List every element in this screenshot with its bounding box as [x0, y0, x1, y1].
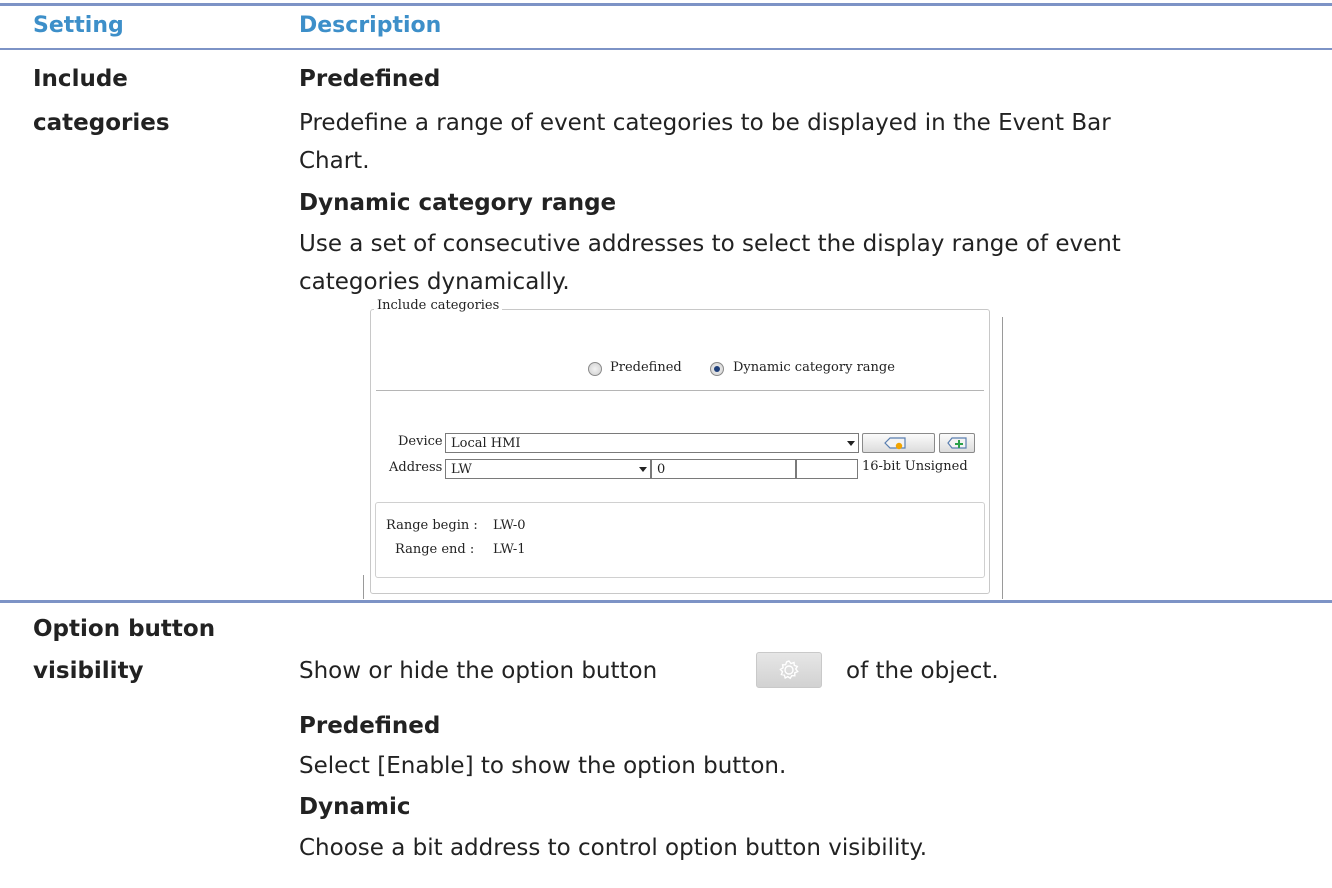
- dynamic-category-range-radio-label: Dynamic category range: [733, 360, 895, 375]
- predefined-heading: Predefined: [299, 66, 441, 92]
- tag-icon: [884, 437, 906, 450]
- address-tag-button[interactable]: [862, 433, 935, 453]
- column-header-description: Description: [299, 13, 442, 38]
- description-text: Use a set of consecutive addresses to se…: [299, 231, 1121, 257]
- range-end-value: LW-1: [493, 542, 526, 557]
- dynamic-category-range-radio[interactable]: [710, 362, 724, 376]
- row-separator-rule: [0, 600, 1332, 603]
- predefined-heading: Predefined: [299, 713, 441, 739]
- description-text: of the object.: [846, 658, 999, 684]
- description-text: Select [Enable] to show the option butto…: [299, 753, 787, 779]
- setting-name-line-1: Include: [33, 66, 128, 92]
- device-select-value: Local HMI: [451, 436, 521, 451]
- range-info-box: [375, 502, 985, 578]
- option-button-image: [756, 652, 822, 688]
- gear-icon: [779, 660, 799, 680]
- column-header-setting: Setting: [33, 13, 124, 38]
- address-type-value: LW: [451, 462, 472, 477]
- data-format-label: 16-bit Unsigned: [862, 459, 968, 474]
- description-text: Predefine a range of event categories to…: [299, 110, 1111, 136]
- address-label: Address :: [389, 460, 451, 475]
- table-top-rule: [0, 3, 1332, 6]
- dynamic-heading: Dynamic: [299, 794, 411, 820]
- predefined-radio-label: Predefined: [610, 360, 682, 375]
- chevron-down-icon: [847, 441, 855, 446]
- add-icon: [947, 437, 967, 449]
- add-address-button[interactable]: [939, 433, 975, 453]
- device-select[interactable]: Local HMI: [445, 433, 859, 453]
- dialog-frame-edge: [1002, 317, 1003, 599]
- setting-name-line-1: Option button: [33, 616, 216, 642]
- description-text: categories dynamically.: [299, 269, 570, 295]
- range-begin-value: LW-0: [493, 518, 526, 533]
- chevron-down-icon: [639, 467, 647, 472]
- address-input-value: 0: [657, 462, 666, 477]
- description-text: Show or hide the option button: [299, 658, 658, 684]
- description-text: Choose a bit address to control option b…: [299, 835, 928, 861]
- setting-name-line-2: visibility: [33, 658, 144, 684]
- include-categories-group-title: Include categories: [374, 298, 503, 313]
- address-type-select[interactable]: LW: [445, 459, 651, 479]
- table-header-rule: [0, 48, 1332, 50]
- description-text: Chart.: [299, 148, 370, 174]
- device-label: Device :: [398, 434, 452, 449]
- group-divider: [376, 390, 984, 391]
- range-end-label: Range end :: [395, 542, 475, 557]
- address-input[interactable]: 0: [651, 459, 796, 479]
- range-begin-label: Range begin :: [386, 518, 478, 533]
- dialog-frame-edge: [363, 575, 364, 599]
- predefined-radio[interactable]: [588, 362, 602, 376]
- setting-name-line-2: categories: [33, 110, 170, 136]
- dynamic-category-range-heading: Dynamic category range: [299, 190, 617, 216]
- address-index-input[interactable]: [796, 459, 858, 479]
